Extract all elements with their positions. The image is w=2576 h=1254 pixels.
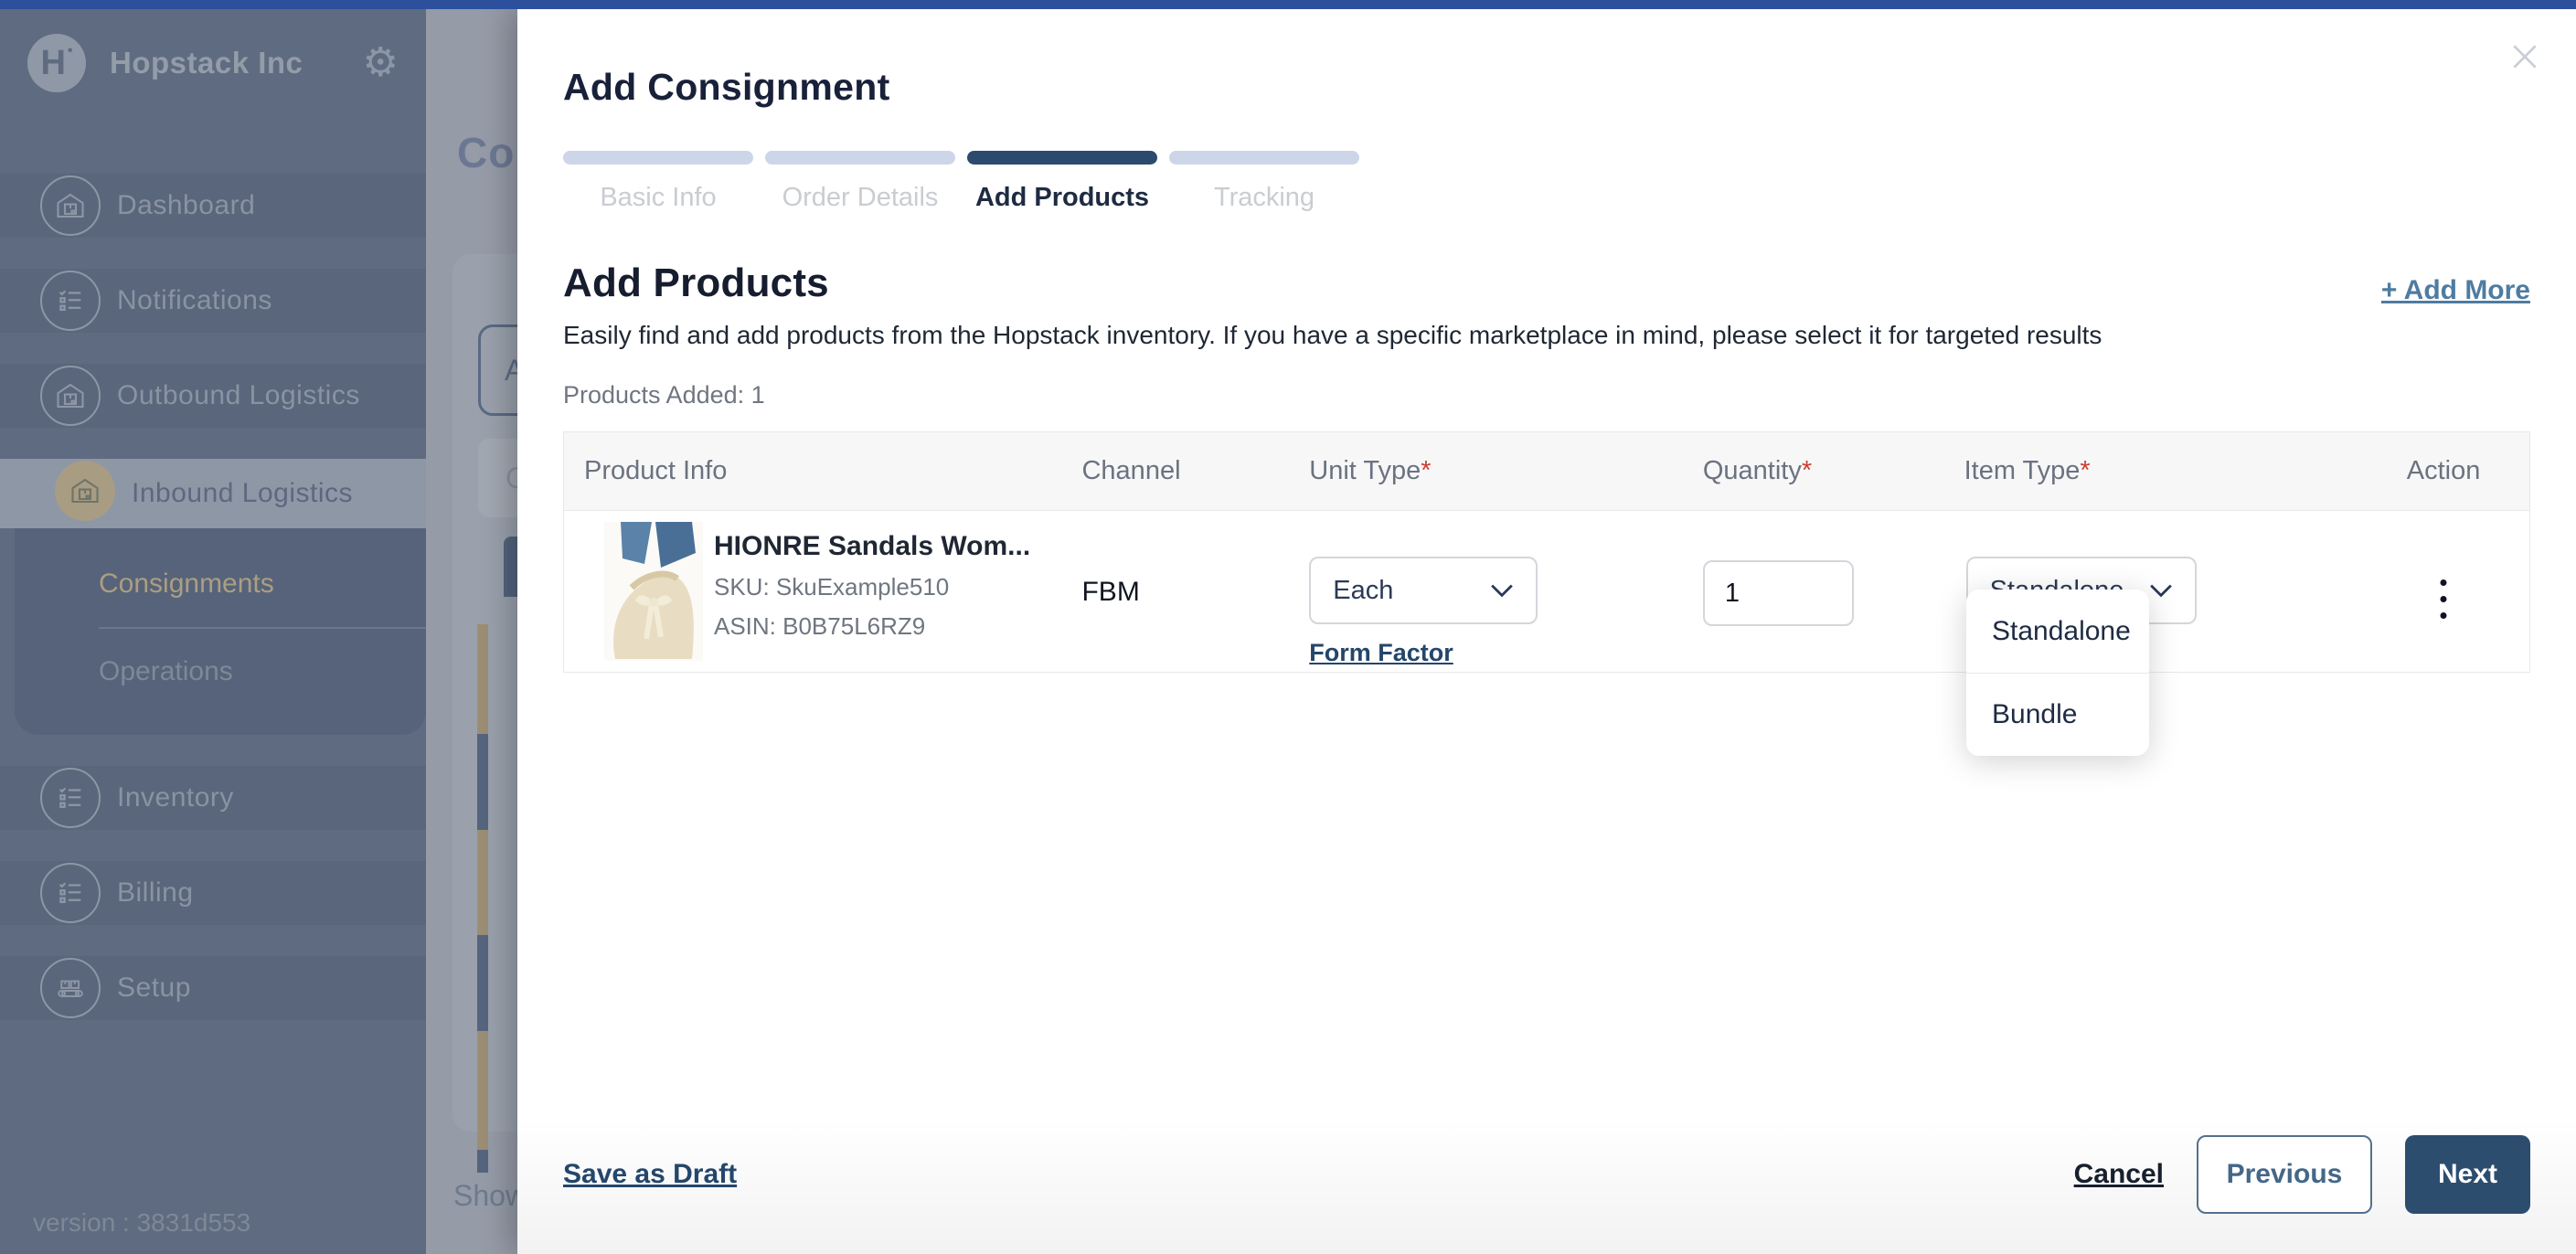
- sidebar-item-notifications[interactable]: Notifications: [0, 269, 426, 333]
- section-description: Easily find and add products from the Ho…: [563, 321, 2530, 350]
- unit-type-cell: Each Form Factor: [1309, 511, 1703, 672]
- chevron-down-icon: [2149, 583, 2173, 598]
- dropdown-option-standalone[interactable]: Standalone: [1966, 590, 2149, 673]
- col-channel: Channel: [1081, 456, 1309, 486]
- step-bar: [967, 151, 1157, 165]
- sidebar-item-label: Notifications: [117, 285, 272, 316]
- sidebar-item-label: Inbound Logistics: [132, 478, 353, 509]
- sidebar-group-inbound-logistics: Inbound Logistics Consignments Operation…: [15, 459, 426, 735]
- products-added-count: Products Added: 1: [563, 381, 2530, 409]
- col-product-info: Product Info: [564, 456, 1081, 486]
- close-icon[interactable]: [2507, 38, 2543, 75]
- checklist-icon: [40, 271, 101, 331]
- warehouse-icon: [40, 366, 101, 426]
- sidebar-sub-divider: [99, 627, 426, 629]
- sidebar-item-label: Billing: [117, 877, 194, 909]
- col-quantity: Quantity*: [1703, 456, 1964, 486]
- previous-button[interactable]: Previous: [2197, 1135, 2372, 1214]
- step-basic-info[interactable]: Basic Info: [563, 151, 753, 213]
- save-as-draft-link[interactable]: Save as Draft: [563, 1159, 737, 1190]
- quantity-cell: [1703, 511, 1964, 672]
- step-bar: [765, 151, 955, 165]
- col-unit-type: Unit Type*: [1309, 456, 1703, 486]
- form-factor-link[interactable]: Form Factor: [1309, 639, 1453, 667]
- unit-type-select[interactable]: Each: [1309, 557, 1538, 624]
- sidebar-item-setup[interactable]: Setup: [0, 956, 426, 1020]
- browser-accent-bar: [0, 0, 2576, 9]
- channel-cell: FBM: [1081, 511, 1309, 672]
- sidebar-item-consignments[interactable]: Consignments: [99, 545, 426, 623]
- table-row: HIONRE Sandals Wom... SKU: SkuExample510…: [564, 511, 2529, 672]
- company-name: Hopstack Inc: [110, 46, 363, 80]
- item-type-dropdown: Standalone Bundle: [1966, 590, 2149, 756]
- sidebar-nav: Dashboard Notifications Outbound Logisti…: [0, 174, 426, 1020]
- step-add-products[interactable]: Add Products: [967, 151, 1157, 213]
- sidebar-item-operations[interactable]: Operations: [99, 632, 426, 711]
- action-cell: [2358, 511, 2529, 672]
- product-name: HIONRE Sandals Wom...: [714, 531, 1030, 562]
- checklist-icon: [40, 768, 101, 828]
- hopstack-logo: H•: [27, 34, 86, 92]
- sidebar-header: H• Hopstack Inc ⚙: [0, 9, 426, 117]
- sidebar-item-label: Outbound Logistics: [117, 380, 360, 411]
- screen: Con Add Consignment C A Show H• Hopstack…: [0, 0, 2576, 1254]
- sidebar-item-outbound-logistics[interactable]: Outbound Logistics: [0, 364, 426, 428]
- chevron-down-icon: [1490, 583, 1514, 598]
- table-header-row: Product Info Channel Unit Type* Quantity…: [564, 432, 2529, 511]
- gear-icon[interactable]: ⚙: [363, 43, 399, 83]
- kebab-menu-icon[interactable]: [2432, 566, 2456, 632]
- background-pagination-text: Show: [453, 1179, 527, 1213]
- modal-title: Add Consignment: [563, 66, 2530, 109]
- step-tracking[interactable]: Tracking: [1169, 151, 1359, 213]
- step-order-details[interactable]: Order Details: [765, 151, 955, 213]
- dropdown-option-bundle[interactable]: Bundle: [1966, 673, 2149, 756]
- conveyor-icon: [40, 958, 101, 1018]
- sidebar-item-inventory[interactable]: Inventory: [0, 766, 426, 830]
- cancel-link[interactable]: Cancel: [2074, 1159, 2164, 1190]
- sidebar-item-inbound-logistics[interactable]: Inbound Logistics: [0, 459, 426, 528]
- warehouse-icon: [40, 175, 101, 236]
- sidebar-item-label: Inventory: [117, 782, 234, 813]
- background-status-bars: [477, 624, 488, 1173]
- add-consignment-modal: Add Consignment Basic Info Order Details…: [517, 9, 2576, 1254]
- sidebar-item-label: Dashboard: [117, 190, 255, 221]
- add-more-link[interactable]: + Add More: [2381, 275, 2530, 306]
- next-button[interactable]: Next: [2405, 1135, 2530, 1214]
- channel-value: FBM: [1081, 577, 1139, 608]
- modal-footer: Save as Draft Cancel Previous Next: [563, 1135, 2530, 1214]
- product-sku: SKU: SkuExample510: [714, 573, 1030, 601]
- section-title: Add Products: [563, 260, 829, 306]
- stepper: Basic Info Order Details Add Products Tr…: [563, 151, 2530, 213]
- checklist-icon: [40, 863, 101, 923]
- products-table: Product Info Channel Unit Type* Quantity…: [563, 431, 2530, 673]
- col-item-type: Item Type*: [1964, 456, 2358, 486]
- sidebar-item-label: Setup: [117, 972, 191, 1004]
- product-image: [604, 522, 703, 661]
- sidebar-item-billing[interactable]: Billing: [0, 861, 426, 925]
- version-text: version : 3831d553: [33, 1208, 250, 1238]
- col-action: Action: [2358, 456, 2529, 486]
- quantity-input[interactable]: [1703, 560, 1854, 626]
- product-info-cell: HIONRE Sandals Wom... SKU: SkuExample510…: [564, 511, 1081, 672]
- sidebar-item-dashboard[interactable]: Dashboard: [0, 174, 426, 238]
- step-bar: [1169, 151, 1359, 165]
- sidebar: H• Hopstack Inc ⚙ Dashboard Notification…: [0, 9, 426, 1254]
- step-bar: [563, 151, 753, 165]
- product-asin: ASIN: B0B75L6RZ9: [714, 612, 1030, 641]
- warehouse-icon: [55, 461, 115, 521]
